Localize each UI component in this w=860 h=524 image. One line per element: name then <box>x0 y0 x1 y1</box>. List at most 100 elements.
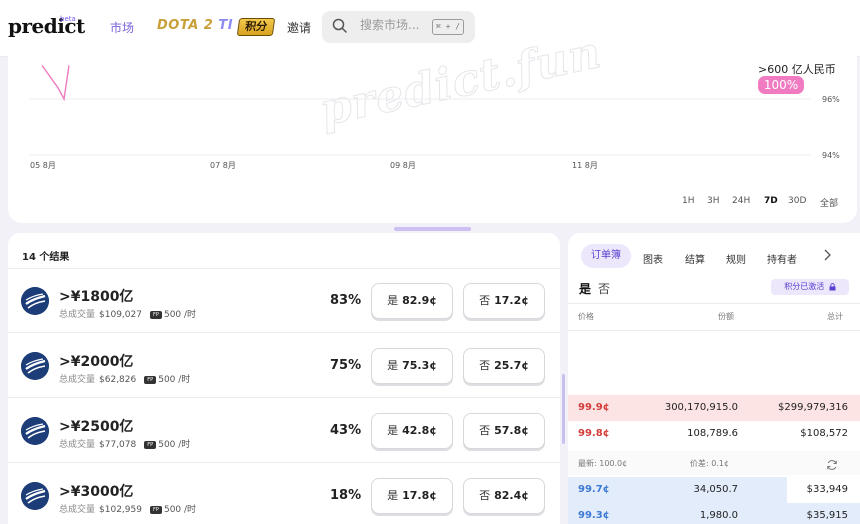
no-price: 25.7¢ <box>494 359 529 372</box>
market-probability: 43% <box>330 423 362 438</box>
divider <box>568 303 860 304</box>
buy-no-button[interactable]: 否 25.7¢ <box>463 348 545 384</box>
range-button[interactable]: 1H <box>682 196 695 206</box>
results-panel: 14 个结果 >¥1800亿 总成交量 $109,027 FP 500 /时 83% 是 82… <box>8 233 560 524</box>
tab-rules[interactable]: 规则 <box>726 251 746 266</box>
ask-shares: 300,170,915.0 <box>664 402 738 413</box>
buy-yes-button[interactable]: 是 17.8¢ <box>371 478 453 514</box>
no-label: 否 <box>479 294 491 307</box>
ask-row[interactable]: 99.8¢ 108,789.6 $108,572 <box>568 421 860 447</box>
search-shortcut-hint: ⌘ + / <box>432 19 464 35</box>
x-tick-label: 07 8月 <box>210 161 236 170</box>
points-rate: 500 /时 <box>158 375 191 385</box>
no-price: 17.2¢ <box>494 294 529 307</box>
search-input[interactable] <box>360 18 432 32</box>
tab-settlement[interactable]: 结算 <box>685 251 705 266</box>
points-active-badge: 积分已激活 <box>771 279 849 295</box>
nav-invite-link[interactable]: 邀请 <box>287 19 311 36</box>
buy-yes-button[interactable]: 是 42.8¢ <box>371 413 453 449</box>
yes-price: 17.8¢ <box>402 489 437 502</box>
beta-badge: beta <box>60 15 76 23</box>
ask-price: 99.9¢ <box>578 402 610 413</box>
refresh-icon[interactable] <box>826 456 838 475</box>
spread: 价差: 0.1¢ <box>690 459 730 468</box>
points-icon: FP <box>144 375 157 384</box>
market-row[interactable]: >¥2000亿 总成交量 $62,826 FP 500 /时 75% 是 75.3¢ 否 25.7… <box>8 334 560 398</box>
no-label: 否 <box>479 359 491 372</box>
range-button[interactable]: 3H <box>707 196 720 206</box>
tab-holders[interactable]: 持有者 <box>767 251 797 266</box>
nav-markets-link[interactable]: 市场 <box>110 19 134 36</box>
volume-label: 总成交量 <box>59 440 96 450</box>
nav-points-link[interactable]: 积分 <box>236 18 276 36</box>
price-chart[interactable] <box>0 57 860 177</box>
points-icon: FP <box>149 505 162 514</box>
resize-handle[interactable] <box>394 227 471 231</box>
bid-row[interactable]: 99.3¢ 1,980.0 $35,915 <box>568 503 860 524</box>
no-toggle[interactable]: 否 <box>598 280 610 297</box>
tab-orderbook[interactable]: 订单簿 <box>581 244 631 268</box>
market-title[interactable]: >¥2000亿 <box>59 351 133 371</box>
header-total: 总计 <box>827 312 843 321</box>
range-button[interactable]: 24H <box>732 196 750 206</box>
buy-yes-button[interactable]: 是 82.9¢ <box>371 283 453 319</box>
points-active-label: 积分已激活 <box>784 282 825 291</box>
lock-icon <box>829 282 836 290</box>
points-rate: 500 /时 <box>163 310 197 320</box>
market-title[interactable]: >¥2500亿 <box>59 416 133 436</box>
chart-value-label: >600 亿人民币 <box>758 63 836 76</box>
buy-no-button[interactable]: 否 82.4¢ <box>463 478 545 514</box>
volume-value: $77,078 <box>99 440 137 450</box>
market-meta: 总成交量 $62,826 FP 500 /时 <box>59 372 190 385</box>
market-probability: 83% <box>330 293 362 308</box>
volume-value: $62,826 <box>99 375 137 385</box>
buy-no-button[interactable]: 否 57.8¢ <box>463 413 545 449</box>
market-probability: 75% <box>330 358 362 373</box>
divider <box>568 330 860 331</box>
orderbook-panel: 订单簿 图表 结算 规则 持有者 是 否 积分已激活 价格 份额 总计 99.9… <box>568 233 860 524</box>
yes-toggle[interactable]: 是 <box>579 280 591 297</box>
range-button[interactable]: 7D <box>764 196 778 206</box>
x-tick-label: 05 8月 <box>30 161 56 170</box>
ask-total: $108,572 <box>800 428 848 439</box>
market-meta: 总成交量 $77,078 FP 500 /时 <box>59 437 190 450</box>
x-tick-label: 09 8月 <box>390 161 416 170</box>
results-count: 14 个结果 <box>22 252 70 263</box>
volume-label: 总成交量 <box>59 310 96 320</box>
market-row[interactable]: >¥3000亿 总成交量 $102,959 FP 500 /时 18% 是 17.8¢ 否 82.… <box>8 464 560 524</box>
range-button[interactable]: 全部 <box>820 196 838 209</box>
market-title[interactable]: >¥3000亿 <box>59 481 133 501</box>
buy-no-button[interactable]: 否 17.2¢ <box>463 283 545 319</box>
buy-yes-button[interactable]: 是 75.3¢ <box>371 348 453 384</box>
points-icon: FP <box>144 440 157 449</box>
volume-label: 总成交量 <box>59 505 96 515</box>
points-rate: 500 /时 <box>163 505 197 515</box>
points-rate: 500 /时 <box>158 440 191 450</box>
scrollbar[interactable] <box>562 374 565 444</box>
ask-shares: 108,789.6 <box>687 428 738 439</box>
market-title[interactable]: >¥1800亿 <box>59 286 133 306</box>
chevron-right-icon[interactable] <box>822 249 832 264</box>
yes-price: 82.9¢ <box>402 294 437 307</box>
search-icon <box>332 18 348 38</box>
market-logo-icon <box>21 482 49 510</box>
points-icon: FP <box>149 310 162 319</box>
bid-row[interactable]: 99.7¢ 34,050.7 $33,949 <box>568 477 860 503</box>
series-line <box>41 64 70 102</box>
no-label: 否 <box>479 424 491 437</box>
bid-total: $35,915 <box>806 510 848 521</box>
y-tick-label: 94% <box>822 151 840 160</box>
no-label: 否 <box>479 489 491 502</box>
yes-price: 75.3¢ <box>402 359 437 372</box>
range-button[interactable]: 30D <box>788 196 806 206</box>
market-row[interactable]: >¥2500亿总成交量 $77,078 FP 500 /时 43% 是 42.8¢ 否 57.8… <box>8 399 560 463</box>
nav-dota-link[interactable]: DOTA 2 TI <box>157 18 233 33</box>
ask-row[interactable]: 99.9¢ 300,170,915.0 $299,979,316 <box>568 395 860 421</box>
no-price: 82.4¢ <box>494 489 529 502</box>
tab-chart[interactable]: 图表 <box>643 251 663 266</box>
ti-label: TI <box>218 18 234 33</box>
market-logo-icon <box>21 287 49 315</box>
market-row[interactable]: >¥1800亿 总成交量 $109,027 FP 500 /时 83% 是 82.9¢ 否 17.… <box>8 269 560 333</box>
market-logo-icon <box>21 352 49 380</box>
search-box[interactable]: ⌘ + / <box>322 11 475 43</box>
